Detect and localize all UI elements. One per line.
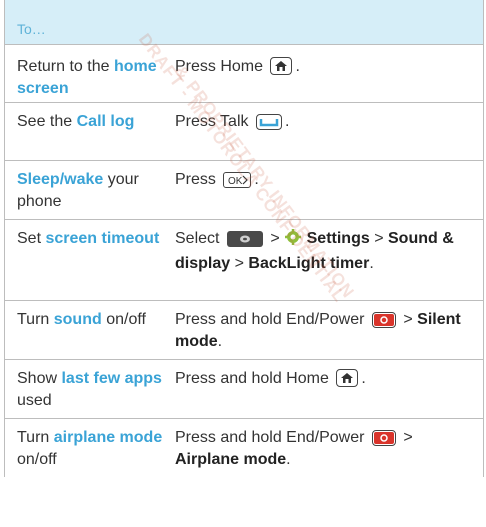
row-action: Turn airplane mode on/off [17,429,163,468]
ok-key-icon: OK [223,172,252,188]
row-instruction: Press and hold End/Power > Airplane mode… [175,429,413,468]
svg-text:OK: OK [228,176,243,187]
header-title: To… [17,21,46,37]
instructions-table: To… Return to the home screen Press Home… [4,0,484,477]
row-action: Return to the home screen [17,58,157,97]
row-instruction: Select > Settings > Sound & display > Ba… [175,228,454,272]
row-action: Turn sound on/off [17,311,146,328]
row-instruction: Press Home . [175,57,300,75]
table-row: Turn sound on/off Press and hold End/Pow… [5,301,483,360]
home-key-icon [336,369,359,387]
row-instruction: Press OK. [175,171,259,188]
table-row: Turn airplane mode on/off Press and hold… [5,419,483,477]
home-key-icon [270,57,293,75]
table-header: To… [5,0,483,45]
row-action: Set screen timeout [17,230,160,247]
table-row: Sleep/wake your phone Press OK. [5,161,483,220]
row-action: Show last few apps used [17,370,162,409]
row-action: Sleep/wake your phone [17,171,139,210]
talk-key-icon [255,114,282,130]
row-instruction: Press and hold End/Power > Silent mode. [175,311,461,350]
gear-icon [284,228,302,253]
end-power-key-icon [371,312,396,328]
menu-key-icon [226,231,263,247]
row-instruction: Press Talk . [175,113,290,130]
table-row: See the Call log Press Talk . [5,103,483,161]
table-row: Return to the home screen Press Home . [5,45,483,103]
row-action: See the Call log [17,113,135,130]
table-row: Set screen timeout Select > Settings > S… [5,220,483,301]
row-instruction: Press and hold Home . [175,369,366,387]
end-power-key-icon [371,430,396,446]
table-row: Show last few apps used Press and hold H… [5,360,483,419]
